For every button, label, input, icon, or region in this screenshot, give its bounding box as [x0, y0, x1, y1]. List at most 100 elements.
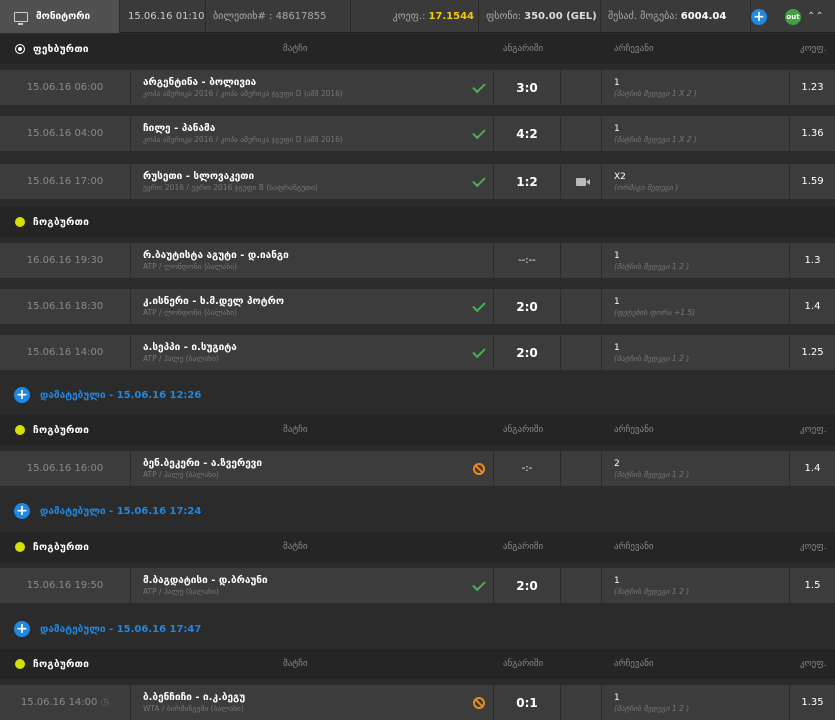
possible-win: შესაძ. მოგება: 6004.04 — [601, 0, 751, 33]
pick-cell: 2 (მატჩის შედეგი 1 2 ) — [602, 451, 789, 486]
match-league: ATP / ლონდონი (ბალახი) — [143, 308, 238, 317]
match-score: 3:0 — [494, 70, 560, 105]
match-cell: არგენტინა - ბოლივია კოპა ამერიკა 2016 / … — [131, 70, 493, 105]
col-choice: არჩევანი — [614, 659, 654, 669]
added-line[interactable]: + დამატებული - 15.06.16 12:26 — [0, 380, 835, 410]
match-league: ATP / ჰალე (ბალახი) — [143, 587, 219, 596]
pick-coef: 1.36 — [790, 116, 835, 151]
monitor-title: მონიტორი — [36, 11, 91, 22]
pick-market: (მატჩის შედეგი 1 2 ) — [614, 469, 690, 479]
match-date: 15.06.16 17:00 — [0, 164, 130, 199]
bet-row[interactable]: 15.06.16 06:00 არგენტინა - ბოლივია კოპა … — [0, 70, 835, 105]
match-score: 4:2 — [494, 116, 560, 151]
monitor-icon — [14, 11, 28, 25]
pick-cell: X2 (ორმაგი შედეგი ) — [602, 164, 789, 199]
bet-row[interactable]: 15.06.16 04:00 ჩილე - პანამა კოპა ამერიკ… — [0, 116, 835, 151]
match-name: რუსეთი - სლოვაკეთი — [143, 171, 255, 182]
video-cell — [561, 243, 601, 278]
col-result: ანგარიში — [503, 659, 544, 669]
section-header-soccer: ფეხბურთი მატჩი ანგარიში არჩევანი კოეფ. — [0, 34, 835, 64]
collapse-icon[interactable]: ⌃⌃ — [807, 11, 824, 22]
match-name: ა.სეპპი - ი.სუგიტა — [143, 342, 237, 353]
pick-market: (მატჩის შედეგი 1 2 ) — [614, 586, 690, 596]
bet-row[interactable]: 15.06.16 16:00 ბენ.ბეკერი - ა.ზვერევი AT… — [0, 451, 835, 486]
total-coef: კოეფ.: 17.1544 — [351, 0, 479, 33]
pick-value: X2 — [614, 171, 626, 182]
video-cell — [561, 116, 601, 151]
added-line[interactable]: + დამატებული - 15.06.16 17:24 — [0, 496, 835, 526]
plus-circle-icon[interactable]: + — [14, 387, 30, 403]
soccer-ball-icon — [15, 44, 25, 54]
match-league: WTA / ბირმინგემი (ბალახი) — [143, 704, 244, 713]
col-choice: არჩევანი — [614, 425, 654, 435]
match-date: 15.06.16 18:30 — [0, 289, 130, 324]
video-cell — [561, 685, 601, 720]
pick-value: 1 — [614, 342, 620, 353]
video-cell[interactable] — [561, 164, 601, 199]
match-date: 16.06.16 19:30 — [0, 243, 130, 278]
add-button[interactable]: + — [751, 8, 767, 25]
match-date: 15.06.16 04:00 — [0, 116, 130, 151]
stake: ფსონი: 350.00 (GEL) — [479, 0, 601, 33]
pick-value: 1 — [614, 77, 620, 88]
pick-value: 1 — [614, 296, 620, 307]
coef-label: კოეფ.: — [392, 11, 426, 22]
pick-coef: 1.5 — [790, 568, 835, 603]
match-cell: რ.ბაუტისტა აგუტი - დ.იანგი ATP / ლონდონი… — [131, 243, 493, 278]
pick-coef: 1.59 — [790, 164, 835, 199]
match-name: ბენ.ბეკერი - ა.ზვერევი — [143, 458, 263, 469]
pick-coef: 1.4 — [790, 451, 835, 486]
col-result: ანგარიში — [503, 542, 544, 552]
pick-coef: 1.4 — [790, 289, 835, 324]
win-value: 6004.04 — [680, 11, 727, 22]
ticket-number: ბილეთიხ# : 48617855 — [206, 0, 351, 33]
check-icon — [472, 344, 486, 358]
match-cell: ბ.ბენჩიჩი - ი.კ.ბეგუ WTA / ბირმინგემი (ბ… — [131, 685, 493, 720]
col-result: ანგარიში — [503, 44, 544, 54]
match-date: 15.06.16 06:00 — [0, 70, 130, 105]
match-league: ATP / ლონდონი (ბალახი) — [143, 262, 238, 271]
status-cell — [466, 70, 492, 105]
section-title: ფეხბურთი — [33, 43, 89, 55]
check-icon — [472, 577, 486, 591]
col-match: მატჩი — [283, 425, 308, 435]
bet-row[interactable]: 15.06.16 14:00 ა.სეპპი - ი.სუგიტა ATP / … — [0, 335, 835, 370]
added-label: დამატებული - 15.06.16 12:26 — [40, 389, 202, 401]
pick-market: (მატჩის შედეგი 1 X 2 ) — [614, 88, 697, 98]
video-cell — [561, 335, 601, 370]
video-camera-icon[interactable] — [576, 177, 590, 186]
col-match: მატჩი — [283, 44, 308, 54]
match-name: რ.ბაუტისტა აგუტი - დ.იანგი — [143, 250, 289, 261]
col-coef: კოეფ. — [800, 659, 827, 669]
bet-row[interactable]: 15.06.16 17:00 რუსეთი - სლოვაკეთი ევრო 2… — [0, 164, 835, 199]
section-title: ჩოგბურთი — [33, 658, 90, 670]
match-cell: კ.ისნერი - ხ.მ.დელ პოტრო ATP / ლონდონი (… — [131, 289, 493, 324]
section-header-tennis: ჩოგბურთი — [0, 207, 835, 237]
col-coef: კოეფ. — [800, 542, 827, 552]
cash-out-button[interactable]: out — [785, 8, 801, 25]
pick-market: (ფეტების ფორა +1.5) — [614, 307, 696, 317]
check-icon — [472, 125, 486, 139]
match-date: 15.06.16 14:00 ◷ — [0, 685, 130, 720]
match-name: ბ.ბენჩიჩი - ი.კ.ბეგუ — [143, 692, 246, 703]
plus-circle-icon[interactable]: + — [14, 621, 30, 637]
bet-row[interactable]: 16.06.16 19:30 რ.ბაუტისტა აგუტი - დ.იანგ… — [0, 243, 835, 278]
added-line[interactable]: + დამატებული - 15.06.16 17:47 — [0, 614, 835, 644]
monitor-tab[interactable]: მონიტორი — [0, 0, 120, 33]
col-choice: არჩევანი — [614, 542, 654, 552]
match-name: კ.ისნერი - ხ.მ.დელ პოტრო — [143, 296, 285, 307]
topbar-actions: + out ⌃⌃ — [751, 0, 835, 33]
plus-circle-icon[interactable]: + — [14, 503, 30, 519]
cancelled-icon — [473, 696, 485, 709]
tennis-ball-icon — [15, 542, 25, 552]
status-cell — [466, 568, 492, 603]
check-icon — [472, 79, 486, 93]
added-label: დამატებული - 15.06.16 17:24 — [40, 505, 202, 517]
bet-row[interactable]: 15.06.16 14:00 ◷ ბ.ბენჩიჩი - ი.კ.ბეგუ WT… — [0, 685, 835, 720]
bet-row[interactable]: 15.06.16 18:30 კ.ისნერი - ხ.მ.დელ პოტრო … — [0, 289, 835, 324]
pick-cell: 1 (მატჩის შედეგი 1 2 ) — [602, 685, 789, 720]
col-coef: კოეფ. — [800, 44, 827, 54]
match-cell: რუსეთი - სლოვაკეთი ევრო 2016 / ევრო 2016… — [131, 164, 493, 199]
bet-row[interactable]: 15.06.16 19:50 მ.ბაგდატისი - დ.ბრაუნი AT… — [0, 568, 835, 603]
col-match: მატჩი — [283, 542, 308, 552]
